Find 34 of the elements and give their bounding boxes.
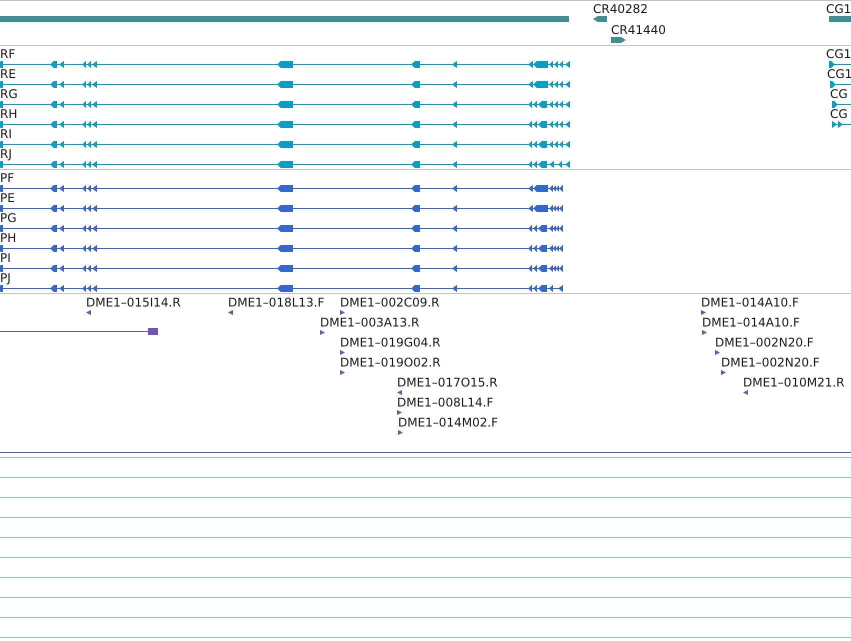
protein-label: PH <box>0 231 16 245</box>
clone-end-label: DME1–014A10.F <box>702 316 800 330</box>
gene-label: CR41440 <box>611 23 666 37</box>
clone-end-label: DME1–014A10.F <box>701 296 799 310</box>
clone-end-label: DME1–010M21.R <box>743 376 844 390</box>
clone-end-label: DME1–017O15.R <box>397 376 498 390</box>
protein-label: PG <box>0 211 17 225</box>
transcript-label: CG <box>830 87 848 101</box>
clone-end-label: DME1–019O02.R <box>340 356 441 370</box>
protein-label: PE <box>0 191 15 205</box>
clone-end-label: DME1–019G04.R <box>340 336 440 350</box>
clone-end-label: DME1–018L13.F <box>228 296 324 310</box>
clone-end-label: DME1–014M02.F <box>398 416 498 430</box>
protein-label: PF <box>0 171 14 185</box>
transcript-label: RE <box>0 67 16 81</box>
clone-end-label: DME1–003A13.R <box>320 316 420 330</box>
transcript-label: CG1 <box>827 67 851 81</box>
clone-end-label: DME1–002N20.F <box>715 336 814 350</box>
protein-label: PI <box>0 251 11 265</box>
transcript-label: CG1 <box>826 47 851 61</box>
clone-end-label: DME1–002N20.F <box>721 356 820 370</box>
clone-end-label: DME1–008L14.F <box>397 396 494 410</box>
transcript-label: RJ <box>0 147 12 161</box>
transcript-label: RF <box>0 47 16 61</box>
protein-label: PJ <box>0 271 11 285</box>
transcript-label: RI <box>0 127 12 141</box>
clone-end-label: DME1–002C09.R <box>340 296 440 310</box>
transcript-label: CG <box>830 107 848 121</box>
transcript-label: RH <box>0 107 18 121</box>
gene-feature <box>829 16 851 22</box>
clone-end-label: DME1–015I14.R <box>86 296 181 310</box>
gene-label: CG1 <box>826 2 851 16</box>
gene-label: CR40282 <box>593 2 648 16</box>
transcript-label: RG <box>0 87 18 101</box>
